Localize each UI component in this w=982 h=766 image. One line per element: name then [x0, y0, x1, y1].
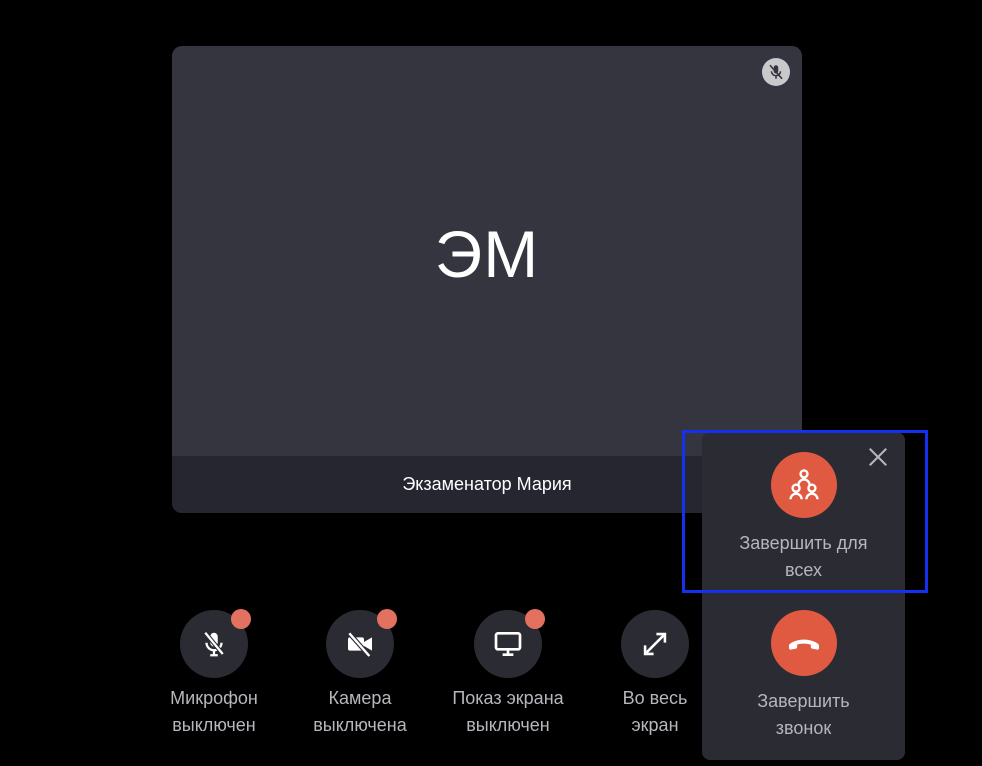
mic-label: Микрофон выключен	[170, 688, 258, 735]
participant-name: Экзаменатор Мария	[402, 474, 572, 494]
screenshare-button[interactable]	[474, 609, 545, 678]
end-call-circle[interactable]	[770, 610, 837, 676]
call-screen: ЭМ Экзаменатор Мария Микрофон выключен К…	[0, 0, 982, 766]
mic-off-icon	[203, 631, 225, 657]
participant-initials: ЭМ	[434, 217, 540, 291]
end-for-all-label: Завершить для всех	[739, 533, 868, 580]
hang-up-icon	[788, 639, 819, 650]
end-call-button[interactable]: Завершить звонок	[702, 610, 905, 742]
camera-toggle[interactable]: Камера выключена	[285, 609, 435, 739]
camera-label: Камера выключена	[313, 688, 407, 735]
end-call-label: Завершить звонок	[757, 691, 850, 738]
camera-off-icon	[347, 631, 372, 658]
screenshare-label: Показ экрана выключен	[452, 688, 564, 735]
mic-toggle[interactable]: Микрофон выключен	[139, 609, 289, 739]
end-for-all-button[interactable]: Завершить для всех	[702, 452, 905, 584]
status-badge	[377, 609, 397, 629]
status-badge	[525, 609, 545, 629]
screenshare-toggle[interactable]: Показ экрана выключен	[433, 609, 583, 739]
muted-mic-icon	[762, 58, 790, 86]
status-badge	[231, 609, 251, 629]
camera-button[interactable]	[326, 609, 397, 678]
monitor-icon	[494, 632, 522, 656]
group-icon	[788, 469, 819, 500]
expand-icon	[643, 632, 667, 656]
mic-button[interactable]	[180, 609, 251, 678]
fullscreen-button[interactable]	[621, 610, 689, 678]
end-for-all-circle[interactable]	[770, 452, 837, 518]
end-call-popup: Завершить для всех Завершить звонок	[702, 432, 905, 760]
